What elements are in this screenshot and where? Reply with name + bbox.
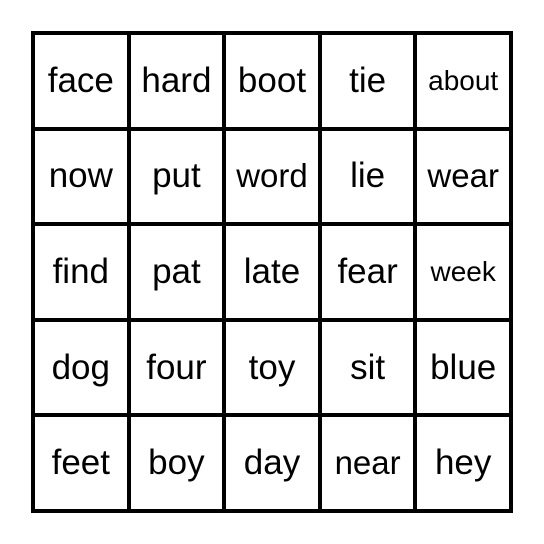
- bingo-cell[interactable]: boy: [130, 417, 223, 509]
- bingo-cell[interactable]: face: [35, 35, 127, 127]
- bingo-cell[interactable]: sit: [321, 321, 414, 414]
- bingo-cell[interactable]: late: [226, 226, 318, 318]
- bingo-cell[interactable]: wear: [417, 130, 509, 223]
- bingo-board: face hard boot tie about now put word li…: [31, 31, 513, 513]
- bingo-cell[interactable]: lie: [321, 130, 414, 223]
- bingo-cell[interactable]: hard: [130, 35, 223, 127]
- bingo-cell[interactable]: toy: [226, 321, 318, 414]
- bingo-cell[interactable]: dog: [35, 321, 127, 414]
- bingo-cell[interactable]: four: [130, 321, 223, 414]
- bingo-cell[interactable]: pat: [130, 226, 223, 318]
- bingo-cell[interactable]: put: [130, 130, 223, 223]
- bingo-cell[interactable]: feet: [35, 417, 127, 509]
- bingo-cell[interactable]: blue: [417, 321, 509, 414]
- bingo-cell[interactable]: week: [417, 226, 509, 318]
- bingo-cell[interactable]: now: [35, 130, 127, 223]
- bingo-cell[interactable]: day: [226, 417, 318, 509]
- bingo-cell[interactable]: fear: [321, 226, 414, 318]
- bingo-cell[interactable]: word: [226, 130, 318, 223]
- bingo-cell[interactable]: boot: [226, 35, 318, 127]
- bingo-cell[interactable]: find: [35, 226, 127, 318]
- bingo-cell[interactable]: near: [321, 417, 414, 509]
- bingo-cell[interactable]: about: [417, 35, 509, 127]
- bingo-cell[interactable]: hey: [417, 417, 509, 509]
- bingo-cell[interactable]: tie: [321, 35, 414, 127]
